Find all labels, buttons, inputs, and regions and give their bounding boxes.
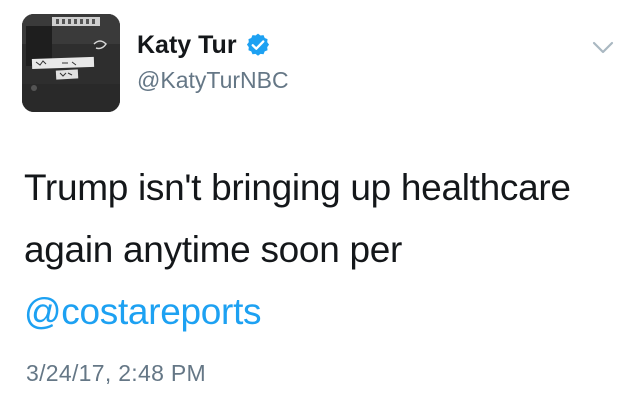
display-name-text: Katy Tur: [137, 31, 237, 59]
chevron-down-icon[interactable]: [590, 36, 616, 58]
user-handle[interactable]: @KatyTurNBC: [137, 66, 289, 94]
tweet-text: Trump isn't bringing up healthcare again…: [24, 167, 571, 270]
avatar-image: [22, 14, 120, 112]
verified-badge-icon: [246, 33, 269, 56]
mention-link[interactable]: @costareports: [24, 291, 262, 332]
tweet-card: Katy Tur @KatyTurNBC Trump isn't bringin…: [0, 0, 640, 407]
tweet-body: Trump isn't bringing up healthcare again…: [24, 157, 614, 343]
avatar[interactable]: [22, 14, 120, 112]
display-name[interactable]: Katy Tur: [137, 30, 271, 60]
tweet-timestamp[interactable]: 3/24/17, 2:48 PM: [26, 358, 206, 388]
